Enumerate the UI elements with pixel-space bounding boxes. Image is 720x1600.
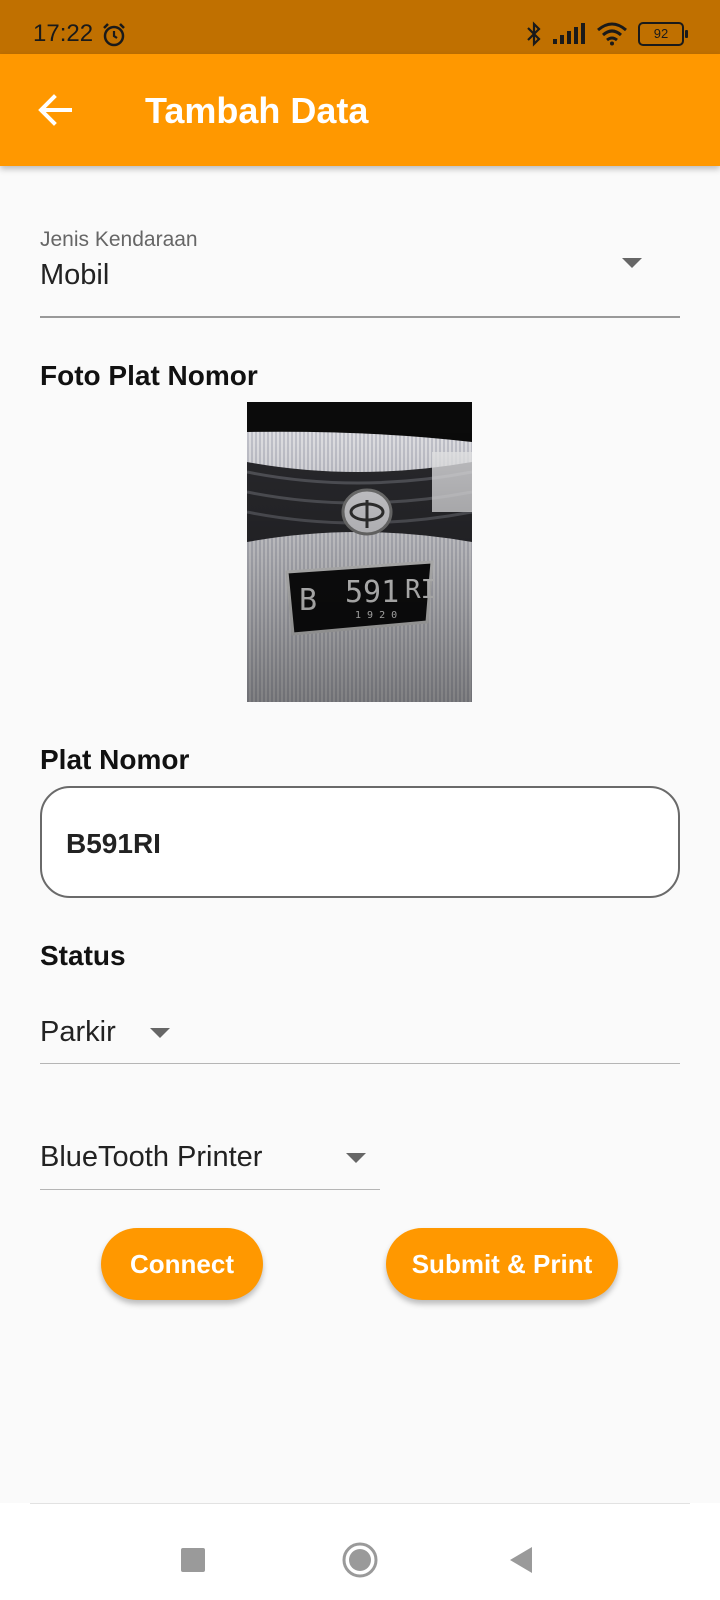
- status-time: 17:22: [33, 20, 94, 47]
- printer-underline: [40, 1189, 380, 1190]
- alarm-icon: [103, 23, 125, 47]
- status-underline: [40, 1063, 680, 1064]
- status-label: Status: [40, 940, 126, 971]
- wifi-icon: [597, 22, 627, 46]
- chevron-down-icon: [622, 258, 642, 268]
- status-icons: 92: [526, 20, 688, 48]
- back-arrow-icon[interactable]: [30, 84, 82, 136]
- app-bar: Tambah Data: [0, 54, 720, 166]
- connect-button[interactable]: Connect: [101, 1228, 263, 1300]
- plate-number-field[interactable]: [40, 786, 680, 898]
- car-plate-photo: B 591 RI 1 9 2 0: [247, 402, 472, 702]
- page-title: Tambah Data: [145, 90, 369, 131]
- signal-icon: [553, 23, 585, 44]
- printer-value: BlueTooth Printer: [40, 1141, 263, 1173]
- chevron-down-icon: [150, 1028, 170, 1038]
- vehicle-type-underline: [40, 316, 680, 318]
- submit-print-button[interactable]: Submit & Print: [386, 1228, 618, 1300]
- status-value: Parkir: [40, 1016, 116, 1048]
- plate-photo: B 591 RI 1 9 2 0: [247, 402, 472, 702]
- back-icon[interactable]: [508, 1545, 534, 1575]
- bluetooth-icon: [527, 21, 541, 47]
- vehicle-type-value: Mobil: [40, 259, 110, 291]
- nav-divider: [30, 1503, 690, 1504]
- chevron-down-icon: [346, 1153, 366, 1163]
- plate-number-label: Plat Nomor: [40, 744, 190, 775]
- home-icon[interactable]: [341, 1541, 379, 1579]
- status-bar: 17:22 92: [0, 0, 720, 54]
- recents-icon[interactable]: [180, 1547, 206, 1573]
- plate-number-input[interactable]: [64, 818, 648, 870]
- battery-icon: 92: [638, 22, 688, 46]
- system-nav-bar: [0, 1503, 720, 1600]
- photo-section-label: Foto Plat Nomor: [40, 360, 258, 391]
- vehicle-type-label: Jenis Kendaraan: [40, 228, 198, 251]
